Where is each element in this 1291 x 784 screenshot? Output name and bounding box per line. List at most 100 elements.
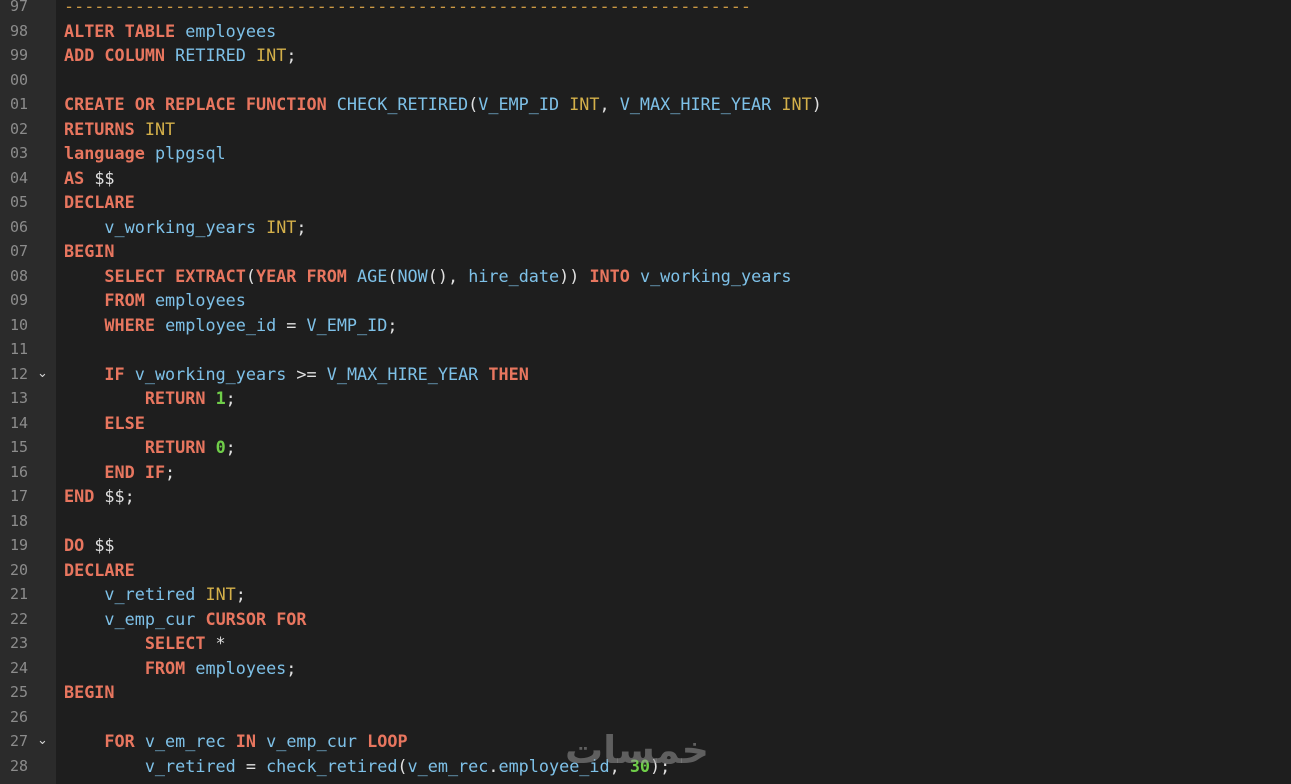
code-line[interactable]: 01 CREATE OR REPLACE FUNCTION CHECK_RETIR… [0, 92, 1291, 117]
code-text[interactable]: RETURNS INT [64, 117, 175, 142]
code-text[interactable]: END $$; [64, 484, 135, 509]
code-token: RETURN [144, 388, 206, 409]
code-line[interactable]: 24 FROM employees; [0, 656, 1291, 681]
code-token: END [64, 486, 95, 507]
code-text[interactable]: DECLARE [64, 558, 135, 583]
code-editor[interactable]: 97 --------------------------------------… [0, 0, 1291, 784]
code-token: V_MAX_HIRE_YEAR [326, 363, 479, 384]
code-token: employee_id [165, 314, 277, 335]
code-text[interactable]: SELECT * [64, 631, 226, 656]
code-line[interactable]: 25 BEGIN [0, 680, 1291, 705]
code-token: ( [397, 755, 408, 776]
code-token: SELECT [144, 633, 206, 654]
code-line[interactable]: 06 v_working_years INT; [0, 215, 1291, 240]
code-text[interactable]: WHERE employee_id = V_EMP_ID; [64, 313, 397, 338]
code-text[interactable]: FOR v_em_rec IN v_emp_cur LOOP [64, 729, 407, 754]
code-line[interactable]: 16 END IF; [0, 460, 1291, 485]
code-text[interactable]: v_emp_cur CURSOR FOR [64, 607, 306, 632]
code-text[interactable]: DECLARE [64, 190, 135, 215]
code-text[interactable]: DO $$ [64, 533, 115, 558]
chevron-down-icon[interactable]: ⌄ [37, 729, 48, 754]
code-text[interactable]: SELECT EXTRACT(YEAR FROM AGE(NOW(), hire… [64, 264, 791, 289]
code-line[interactable]: 22 v_emp_cur CURSOR FOR [0, 607, 1291, 632]
code-line[interactable]: 18 [0, 509, 1291, 534]
code-text[interactable]: IF v_working_years >= V_MAX_HIRE_YEAR TH… [64, 362, 528, 387]
code-token: CHECK_RETIRED [336, 94, 469, 115]
code-text[interactable]: ELSE [64, 411, 144, 436]
code-line[interactable]: 23 SELECT * [0, 631, 1291, 656]
code-line[interactable]: 05 DECLARE [0, 190, 1291, 215]
code-token: INT [266, 216, 297, 237]
code-token: v_retired [104, 584, 196, 605]
line-number: 27 [9, 732, 28, 751]
code-line[interactable]: 14 ELSE [0, 411, 1291, 436]
code-line[interactable]: 10 WHERE employee_id = V_EMP_ID; [0, 313, 1291, 338]
code-line[interactable]: 11 [0, 337, 1291, 362]
code-token: INT [569, 94, 600, 115]
line-number: 26 [9, 707, 28, 726]
code-token: ; [296, 216, 307, 237]
code-line[interactable]: 97 --------------------------------------… [0, 0, 1291, 19]
code-line[interactable]: 26 [0, 705, 1291, 730]
code-text[interactable]: BEGIN [64, 239, 115, 264]
code-line[interactable]: 98 ALTER TABLE employees [0, 19, 1291, 44]
code-text[interactable]: FROM employees [64, 288, 245, 313]
code-text[interactable]: v_working_years INT; [64, 215, 307, 240]
code-token: plpgsql [154, 143, 226, 164]
code-token: RETIRED [175, 45, 246, 66]
code-line[interactable]: 17 END $$; [0, 484, 1291, 509]
code-text[interactable]: ----------------------------------------… [64, 0, 751, 19]
code-text[interactable]: RETURN 1; [64, 386, 236, 411]
code-line[interactable]: 07 BEGIN [0, 239, 1291, 264]
code-token: YEAR FROM [255, 265, 347, 286]
code-area[interactable]: 97 --------------------------------------… [0, 0, 1291, 779]
code-text[interactable]: v_retired INT; [64, 582, 245, 607]
code-line[interactable]: 99 ADD COLUMN RETIRED INT; [0, 43, 1291, 68]
code-token: v_working_years [134, 363, 287, 384]
line-number: 05 [9, 193, 28, 212]
code-token: v_emp_cur [104, 608, 196, 629]
code-text[interactable]: FROM employees; [64, 656, 297, 681]
code-text[interactable]: BEGIN [64, 680, 115, 705]
code-text[interactable]: ADD COLUMN RETIRED INT; [64, 43, 296, 68]
code-line[interactable]: 13 RETURN 1; [0, 386, 1291, 411]
line-number: 20 [9, 560, 28, 579]
code-line[interactable]: 03 language plpgsql [0, 141, 1291, 166]
code-token: BEGIN [64, 241, 115, 262]
code-line[interactable]: 08 SELECT EXTRACT(YEAR FROM AGE(NOW(), h… [0, 264, 1291, 289]
chevron-down-icon[interactable]: ⌄ [37, 362, 48, 387]
code-text[interactable]: END IF; [64, 460, 175, 485]
code-token: SELECT EXTRACT [104, 265, 246, 286]
code-text[interactable]: RETURN 0; [64, 435, 236, 460]
code-line[interactable]: 00 [0, 68, 1291, 93]
code-line[interactable]: 02 RETURNS INT [0, 117, 1291, 142]
code-token: NOW [397, 265, 428, 286]
code-text[interactable]: CREATE OR REPLACE FUNCTION CHECK_RETIRED… [64, 92, 822, 117]
code-token: 1 [215, 388, 226, 409]
code-line[interactable]: 09 FROM employees [0, 288, 1291, 313]
code-text[interactable]: AS $$ [64, 166, 115, 191]
code-line[interactable]: 21 v_retired INT; [0, 582, 1291, 607]
line-number: 98 [9, 21, 28, 40]
code-line[interactable]: 19 DO $$ [0, 533, 1291, 558]
code-token: ; [286, 657, 297, 678]
code-line[interactable]: 04 AS $$ [0, 166, 1291, 191]
code-line[interactable]: 12 ⌄ IF v_working_years >= V_MAX_HIRE_YEA… [0, 362, 1291, 387]
code-line[interactable]: 20 DECLARE [0, 558, 1291, 583]
code-text[interactable]: language plpgsql [64, 141, 226, 166]
code-token: * [205, 633, 226, 654]
code-line[interactable]: 15 RETURN 0; [0, 435, 1291, 460]
code-text[interactable]: ALTER TABLE employees [64, 19, 276, 44]
code-token: v_working_years [104, 216, 256, 237]
